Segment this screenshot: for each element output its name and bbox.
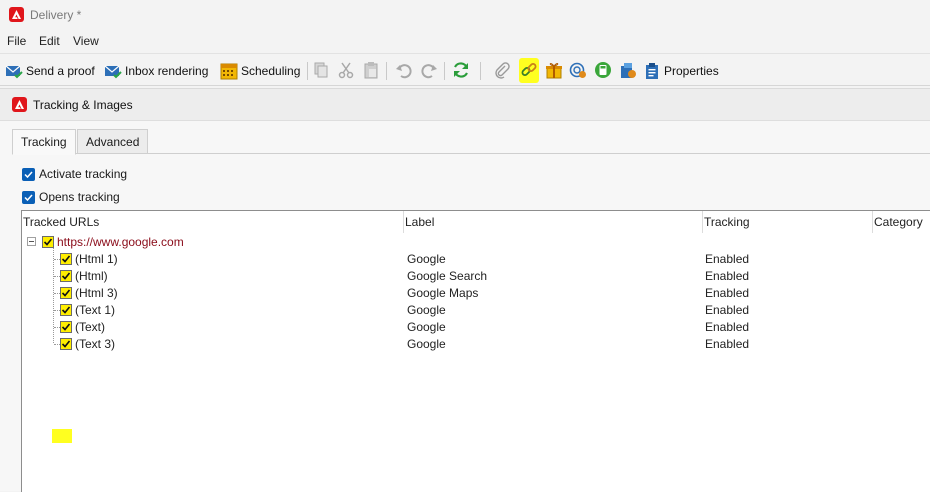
row-url: (Html) [75, 269, 108, 283]
row-checkbox[interactable] [42, 236, 54, 248]
tab-advanced-label: Advanced [86, 134, 140, 149]
column-separator [872, 211, 873, 233]
row-tracking: Enabled [705, 337, 750, 351]
table-row[interactable]: (Html 1) Google Enabled [22, 251, 922, 268]
clipboard-icon [643, 62, 661, 80]
row-checkbox[interactable] [60, 253, 72, 265]
title-bar: Delivery * [0, 0, 930, 30]
row-label: Google [407, 303, 446, 317]
cut-icon[interactable] [337, 61, 355, 79]
row-checkbox[interactable] [60, 287, 72, 299]
collapse-toggle[interactable] [27, 237, 36, 246]
table-row[interactable]: (Html 3) Google Maps Enabled [22, 285, 922, 302]
paste-icon[interactable] [362, 61, 380, 79]
column-separator [702, 211, 703, 233]
send-proof-icon [5, 62, 23, 80]
row-label: Google [407, 320, 446, 334]
calendar-icon [220, 62, 238, 80]
table-row[interactable]: (Text) Google Enabled [22, 319, 922, 336]
checkbox-checked-icon [22, 167, 35, 181]
parent-url: https://www.google.com [57, 235, 184, 249]
tracking-images-panel: Tracking & Images Tracking Advanced Acti… [0, 88, 930, 492]
row-tracking: Enabled [705, 303, 750, 317]
send-proof-label: Send a proof [26, 63, 95, 78]
row-url: (Text 1) [75, 303, 116, 317]
activate-tracking-checkbox[interactable]: Activate tracking [22, 166, 127, 182]
inbox-rendering-label: Inbox rendering [125, 63, 209, 78]
scheduling-label: Scheduling [241, 63, 301, 78]
row-tracking: Enabled [705, 320, 750, 334]
tab-advanced[interactable]: Advanced [77, 129, 149, 154]
link-tracking-icon[interactable] [520, 61, 538, 79]
row-url: (Text) [75, 320, 105, 334]
table-row[interactable]: (Text 1) Google Enabled [22, 302, 922, 319]
column-header-label[interactable]: Label [405, 215, 434, 229]
target-icon[interactable] [569, 61, 587, 79]
copy-icon[interactable] [312, 61, 330, 79]
row-url: (Html 3) [75, 286, 118, 300]
opens-tracking-checkbox[interactable]: Opens tracking [22, 189, 120, 205]
toolbar-separator [386, 62, 387, 80]
panel-title: Tracking & Images [33, 98, 133, 112]
send-proof-button[interactable]: Send a proof [5, 60, 95, 81]
calculator-icon[interactable] [594, 61, 612, 79]
activate-tracking-label: Activate tracking [39, 167, 128, 181]
row-url: (Html 1) [75, 252, 118, 266]
properties-label: Properties [664, 63, 719, 78]
row-label: Google Search [407, 269, 488, 283]
row-label: Google [407, 252, 446, 266]
window-title: Delivery * [30, 8, 82, 22]
adobe-logo-icon [12, 97, 27, 112]
menu-edit[interactable]: Edit [39, 34, 60, 48]
refresh-icon[interactable] [452, 61, 470, 79]
menu-bar: File Edit View [0, 30, 930, 51]
table-row[interactable]: (Html) Google Search Enabled [22, 268, 922, 285]
column-header-tracking[interactable]: Tracking [704, 215, 750, 229]
row-checkbox[interactable] [60, 338, 72, 350]
tab-divider [12, 153, 930, 154]
row-url: (Text 3) [75, 337, 116, 351]
panel-header: Tracking & Images [0, 89, 930, 121]
inbox-rendering-button[interactable]: Inbox rendering [104, 60, 208, 81]
opens-tracking-label: Opens tracking [39, 190, 120, 204]
attachment-icon[interactable] [493, 61, 511, 79]
toolbar-separator [307, 62, 308, 80]
column-header-category[interactable]: Category [874, 215, 923, 229]
row-label: Google [407, 337, 446, 351]
toolbar-separator [444, 62, 445, 80]
table-row[interactable]: (Text 3) Google Enabled [22, 336, 922, 353]
column-header-tracked-urls[interactable]: Tracked URLs [23, 215, 99, 229]
tab-tracking[interactable]: Tracking [12, 129, 76, 155]
scheduling-button[interactable]: Scheduling [220, 60, 300, 81]
highlight-marker [52, 429, 72, 443]
menu-view[interactable]: View [73, 34, 99, 48]
row-checkbox[interactable] [60, 304, 72, 316]
row-checkbox[interactable] [60, 270, 72, 282]
menu-file[interactable]: File [7, 34, 26, 48]
row-checkbox[interactable] [60, 321, 72, 333]
gift-icon[interactable] [545, 61, 563, 79]
row-tracking: Enabled [705, 286, 750, 300]
toolbar: Send a proof Inbox rendering Scheduling [0, 53, 930, 86]
redo-icon[interactable] [420, 61, 438, 79]
row-tracking: Enabled [705, 269, 750, 283]
toolbar-separator [480, 62, 481, 80]
row-label: Google Maps [407, 286, 479, 300]
column-separator [403, 211, 404, 233]
tab-tracking-label: Tracking [21, 135, 67, 149]
properties-button[interactable]: Properties [643, 60, 719, 81]
row-tracking: Enabled [705, 252, 750, 266]
personalization-icon[interactable] [619, 61, 637, 79]
inbox-rendering-icon [104, 62, 122, 80]
tracked-urls-table: Tracked URLs Label Tracking Category htt… [21, 210, 930, 492]
undo-icon[interactable] [395, 61, 413, 79]
table-row-parent[interactable]: https://www.google.com [22, 234, 922, 251]
adobe-logo-icon [9, 7, 24, 22]
checkbox-checked-icon [22, 190, 35, 204]
